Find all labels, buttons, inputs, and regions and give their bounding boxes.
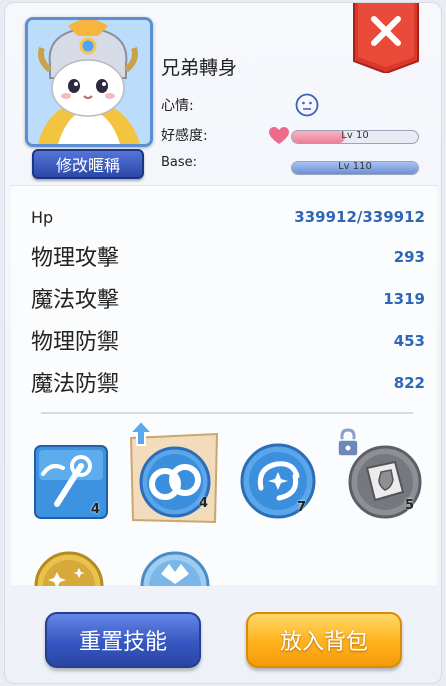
stat-hp-label: Hp xyxy=(31,208,54,227)
skill-slot-2[interactable]: 4 xyxy=(127,420,221,526)
stat-magic-attack-value: 1319 xyxy=(383,290,425,308)
close-button[interactable] xyxy=(352,2,420,73)
pet-info-panel: 修改暱稱 兄弟轉身 心情: 好感度: Lv 10 Base: Lv 110 Hp… xyxy=(4,2,442,684)
neutral-face-icon xyxy=(295,93,319,117)
base-label: Base: xyxy=(161,155,198,170)
rename-button[interactable]: 修改暱稱 xyxy=(32,149,144,179)
base-level: Lv 110 xyxy=(338,161,372,172)
skill-slot-5[interactable] xyxy=(33,550,105,586)
skill-1-count: 4 xyxy=(91,502,101,517)
pet-name: 兄弟轉身 xyxy=(161,57,238,79)
stat-magic-attack-label: 魔法攻擊 xyxy=(31,288,120,313)
gold-sparkle-skill-icon xyxy=(34,551,104,586)
affection-label: 好感度: xyxy=(161,128,208,144)
skill-slot-1[interactable]: 4 xyxy=(33,444,109,520)
affection-bar: Lv 10 xyxy=(291,130,419,144)
blue-crystal-skill-icon xyxy=(140,551,210,586)
stat-magic-defense-value: 822 xyxy=(393,374,425,392)
stat-hp-value: 339912/339912 xyxy=(294,208,425,226)
stats-section: Hp 339912/339912 物理攻擊 293 魔法攻擊 1319 物理防禦… xyxy=(11,185,437,586)
stat-physical-attack-label: 物理攻擊 xyxy=(31,246,120,271)
heart-icon xyxy=(269,127,289,144)
pet-portrait xyxy=(25,17,153,147)
upgrade-arrow-icon xyxy=(129,420,153,446)
affection-level: Lv 10 xyxy=(341,130,369,141)
skill-3-count: 7 xyxy=(297,500,307,515)
reset-skills-button[interactable]: 重置技能 xyxy=(45,612,201,668)
stat-physical-defense-value: 453 xyxy=(393,332,425,350)
mood-label: 心情: xyxy=(161,98,194,114)
lock-icon xyxy=(337,428,359,457)
stat-magic-defense-label: 魔法防禦 xyxy=(31,372,120,397)
stat-physical-defense-label: 物理防禦 xyxy=(31,330,120,355)
skill-slot-4[interactable]: 5 xyxy=(337,428,423,520)
skill-slot-6[interactable] xyxy=(139,550,211,586)
skill-4-count: 5 xyxy=(405,498,415,513)
put-in-bag-button[interactable]: 放入背包 xyxy=(246,612,402,668)
base-bar: Lv 110 xyxy=(291,161,419,175)
stats-divider xyxy=(41,412,413,414)
skill-slot-3[interactable]: 7 xyxy=(239,442,317,520)
stat-physical-attack-value: 293 xyxy=(393,248,425,266)
skill-2-count: 4 xyxy=(199,496,209,511)
